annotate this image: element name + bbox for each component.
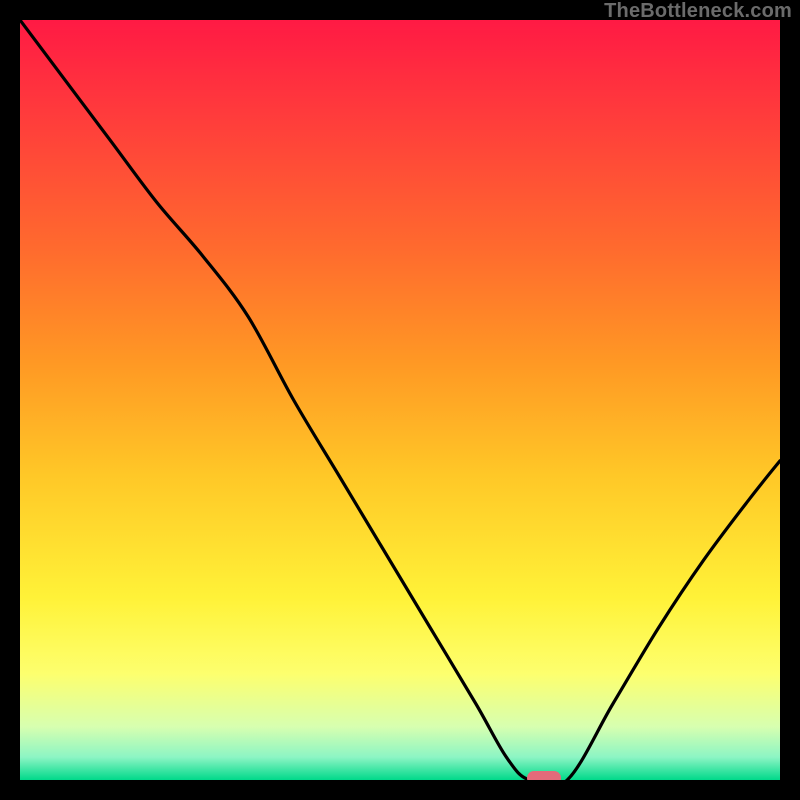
bottleneck-curve <box>20 20 780 780</box>
chart-frame: TheBottleneck.com <box>0 0 800 800</box>
plot-area <box>20 20 780 780</box>
optimal-marker <box>527 771 561 780</box>
